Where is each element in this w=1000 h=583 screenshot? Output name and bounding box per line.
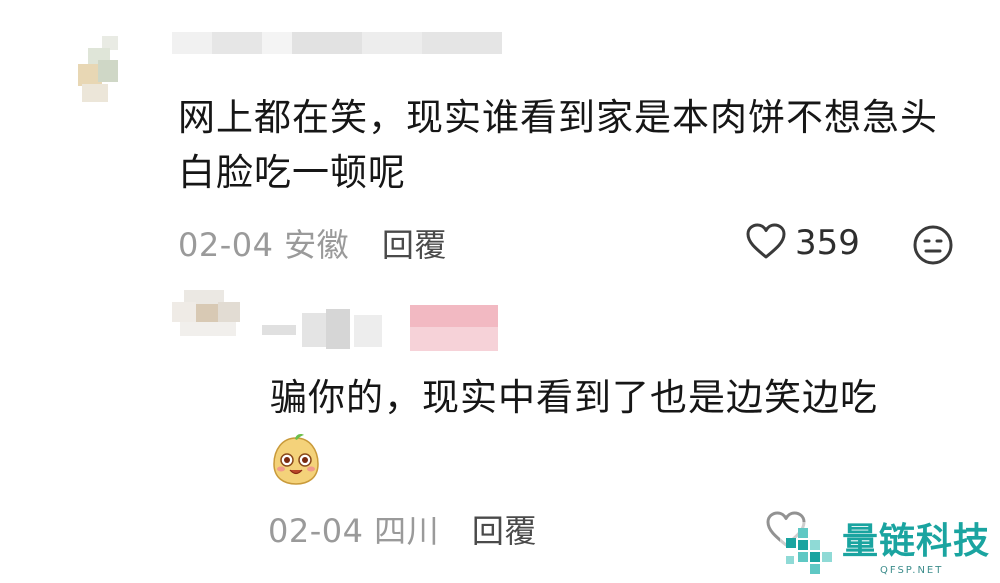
- reply-avatar[interactable]: [172, 290, 242, 338]
- reply-button[interactable]: 回覆: [382, 226, 447, 264]
- reply-reply-button[interactable]: 回覆: [472, 512, 537, 550]
- comment-date: 02-04: [178, 226, 274, 264]
- comment-location: 安徽: [284, 226, 350, 264]
- reply-location: 四川: [374, 512, 440, 550]
- reply-username-blurred[interactable]: [262, 305, 502, 355]
- comment-text: 网上都在笑，现实谁看到家是本肉饼不想急头白脸吃一顿呢: [178, 96, 938, 194]
- heart-outline-icon: [745, 222, 787, 264]
- comment-meta: 02-04 安徽 回覆: [178, 220, 447, 266]
- dislike-button[interactable]: [912, 224, 954, 266]
- reply-meta: 02-04 四川 回覆: [268, 506, 537, 552]
- username-blurred[interactable]: [172, 32, 502, 54]
- potato-face-emoji: [268, 432, 324, 488]
- reply-date: 02-04: [268, 512, 364, 550]
- watermark-text: 量链科技: [842, 521, 991, 562]
- like-button[interactable]: 359: [745, 222, 860, 264]
- watermark-subtext: QFSP.NET: [880, 565, 944, 576]
- dislike-face-icon: [912, 225, 954, 270]
- avatar[interactable]: [68, 36, 130, 106]
- watermark-logo-icon: [784, 526, 836, 578]
- reply-text: 骗你的，现实中看到了也是边笑边吃: [270, 376, 878, 419]
- like-count: 359: [795, 223, 860, 263]
